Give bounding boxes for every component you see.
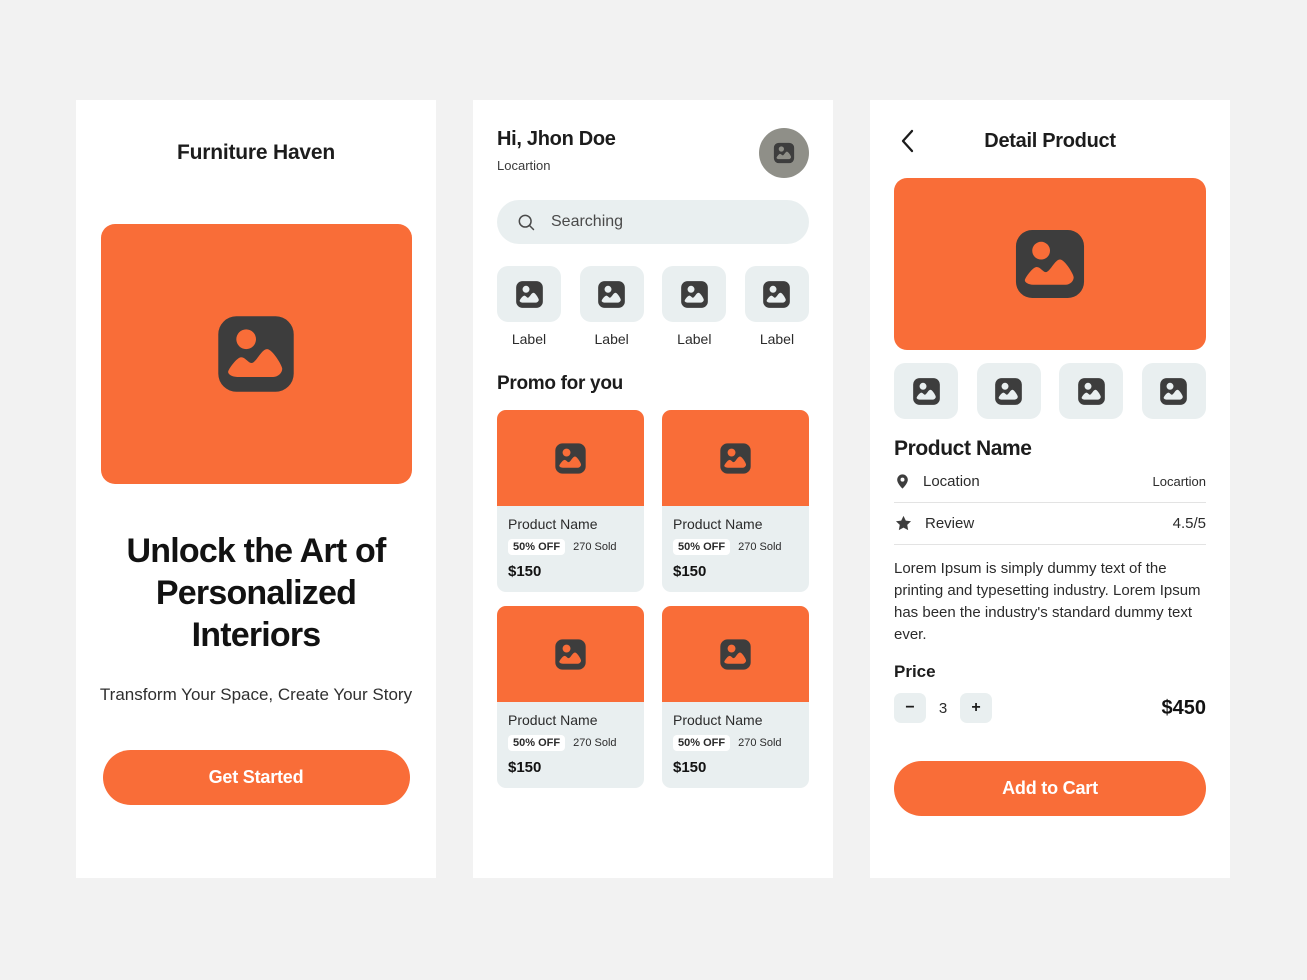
product-price: $150 <box>508 563 542 580</box>
image-placeholder-icon <box>773 142 795 164</box>
home-header: Hi, Jhon Doe Locartion <box>497 100 809 178</box>
info-row-location: Location Locartion <box>894 461 1206 503</box>
onboarding-subheadline: Transform Your Space, Create Your Story <box>99 685 413 704</box>
product-card[interactable]: Product Name 50% OFF 270 Sold $150 <box>497 410 644 592</box>
greeting-text: Hi, Jhon Doe <box>497 128 616 150</box>
discount-badge: 50% OFF <box>508 735 566 751</box>
image-placeholder-icon <box>680 280 708 308</box>
info-value: 4.5/5 <box>1172 515 1206 532</box>
price-row: − 3 + $450 <box>894 693 1206 723</box>
detail-header: Detail Product <box>894 100 1206 162</box>
product-name: Product Name <box>894 437 1032 460</box>
product-name: Product Name <box>673 712 763 728</box>
info-label: Location <box>923 473 980 490</box>
get-started-button[interactable]: Get Started <box>102 750 410 805</box>
category-list: Label Label Label Label <box>497 266 809 347</box>
category-item[interactable]: Label <box>662 266 727 347</box>
product-image <box>497 410 644 506</box>
image-placeholder-icon <box>720 638 751 670</box>
onboarding-headline: Unlock the Art of Personalized Interiors <box>126 532 386 654</box>
product-name: Product Name <box>508 516 598 532</box>
info-row-review: Review 4.5/5 <box>894 503 1206 545</box>
quantity-value: 3 <box>938 699 948 717</box>
category-tile <box>662 266 727 322</box>
search-input[interactable]: Searching <box>551 213 623 231</box>
thumbnail-item[interactable] <box>1141 363 1206 419</box>
image-placeholder-icon <box>763 280 791 308</box>
sold-count: 270 Sold <box>738 541 782 553</box>
product-price: $150 <box>508 759 542 776</box>
design-canvas: Furniture Haven Unlock the Art of Person… <box>0 0 1307 980</box>
thumbnail-item[interactable] <box>894 363 958 419</box>
category-tile <box>497 266 561 322</box>
image-placeholder-icon <box>1015 229 1085 299</box>
product-image <box>662 606 809 702</box>
search-bar[interactable]: Searching <box>497 200 809 244</box>
location-pin-icon <box>897 474 908 489</box>
thumbnail-list <box>894 363 1206 419</box>
discount-badge: 50% OFF <box>673 539 731 555</box>
category-item[interactable]: Label <box>579 266 644 347</box>
decrement-button[interactable]: − <box>894 693 926 723</box>
product-card[interactable]: Product Name 50% OFF 270 Sold $150 <box>497 606 644 788</box>
quantity-stepper: − 3 + <box>894 693 992 723</box>
product-card[interactable]: Product Name 50% OFF 270 Sold $150 <box>662 410 809 592</box>
sold-count: 270 Sold <box>573 541 617 553</box>
product-image <box>662 410 809 506</box>
image-placeholder-icon <box>555 442 586 474</box>
page-title: Detail Product <box>984 130 1116 152</box>
info-label: Review <box>925 515 975 532</box>
product-name: Product Name <box>673 516 763 532</box>
user-location-text: Locartion <box>497 158 551 173</box>
thumbnail-item[interactable] <box>1059 363 1124 419</box>
star-icon <box>895 515 912 531</box>
image-placeholder-icon <box>515 280 543 308</box>
total-price: $450 <box>1161 696 1207 719</box>
category-label: Label <box>511 331 547 347</box>
product-image <box>497 606 644 702</box>
discount-badge: 50% OFF <box>508 539 566 555</box>
back-button[interactable] <box>894 128 920 154</box>
image-placeholder-icon <box>555 638 586 670</box>
thumbnail-item[interactable] <box>976 363 1041 419</box>
discount-badge: 50% OFF <box>673 735 731 751</box>
product-name: Product Name <box>508 712 598 728</box>
category-tile <box>579 266 644 322</box>
add-to-cart-button[interactable]: Add to Cart <box>894 761 1206 816</box>
category-item[interactable]: Label <box>497 266 561 347</box>
info-value: Locartion <box>1152 474 1206 489</box>
promo-section-title: Promo for you <box>497 373 623 394</box>
image-placeholder-icon <box>912 377 940 405</box>
image-placeholder-icon <box>598 280 625 308</box>
home-user-block: Hi, Jhon Doe Locartion <box>497 128 616 173</box>
category-label: Label <box>594 331 629 347</box>
product-card[interactable]: Product Name 50% OFF 270 Sold $150 <box>662 606 809 788</box>
image-placeholder-icon <box>218 316 294 392</box>
sold-count: 270 Sold <box>738 737 782 749</box>
image-placeholder-icon <box>1077 377 1105 405</box>
onboarding-hero-image <box>100 224 412 484</box>
price-label: Price <box>894 662 936 681</box>
chevron-left-icon <box>901 129 913 153</box>
product-price: $150 <box>673 563 707 580</box>
search-icon <box>518 214 535 230</box>
detail-product-screen: Detail Product Product Name Location Loc… <box>870 100 1230 878</box>
detail-hero-image <box>894 178 1206 350</box>
avatar[interactable] <box>759 128 809 178</box>
image-placeholder-icon <box>720 442 751 474</box>
sold-count: 270 Sold <box>573 737 617 749</box>
increment-button[interactable]: + <box>960 693 992 723</box>
home-screen: Hi, Jhon Doe Locartion Searching Label L… <box>473 100 833 878</box>
image-placeholder-icon <box>995 377 1022 405</box>
product-price: $150 <box>673 759 707 776</box>
promo-product-grid: Product Name 50% OFF 270 Sold $150 Produ… <box>497 410 809 788</box>
product-description: Lorem Ipsum is simply dummy text of the … <box>894 560 1201 643</box>
image-placeholder-icon <box>1160 377 1188 405</box>
category-label: Label <box>759 331 795 347</box>
category-item[interactable]: Label <box>744 266 809 347</box>
category-tile <box>744 266 809 322</box>
app-title: Furniture Haven <box>176 141 336 164</box>
onboarding-screen: Furniture Haven Unlock the Art of Person… <box>76 100 436 878</box>
category-label: Label <box>677 331 712 347</box>
